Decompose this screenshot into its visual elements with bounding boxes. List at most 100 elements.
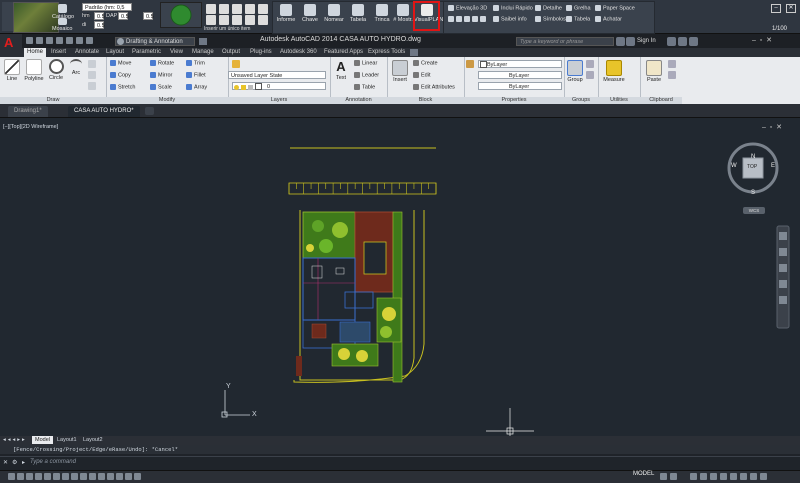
di-field[interactable]: 0.5 xyxy=(94,21,105,29)
tab-layout1[interactable]: Layout1 xyxy=(54,436,80,444)
hardware-accel-icon[interactable] xyxy=(730,473,737,480)
line-button[interactable]: Line xyxy=(2,59,22,82)
scale-display[interactable]: 1/100 xyxy=(772,26,787,32)
doc-tab-casa[interactable]: CASA AUTO HYDRO* xyxy=(68,106,140,117)
mosaic-button[interactable]: Mosaico xyxy=(52,18,72,32)
gear-icon[interactable] xyxy=(2,2,13,31)
tab-home[interactable]: Home xyxy=(24,48,47,57)
sun-icon[interactable] xyxy=(241,85,246,90)
share-icon[interactable] xyxy=(678,37,687,46)
tool-icon[interactable] xyxy=(206,4,216,14)
tab-model[interactable]: Model xyxy=(32,436,53,444)
tab-view[interactable]: View xyxy=(167,48,186,57)
mirror-button[interactable]: Mirror xyxy=(150,72,172,78)
tabela-button[interactable]: Tabela xyxy=(346,4,370,23)
customize-qat-icon[interactable] xyxy=(199,38,207,45)
block-panel-title[interactable]: Block xyxy=(387,97,464,104)
grid-icon[interactable] xyxy=(26,473,33,480)
orbit-icon[interactable] xyxy=(779,280,787,288)
3d-osnap-icon[interactable] xyxy=(62,473,69,480)
pan-icon[interactable] xyxy=(779,248,787,256)
annotation-scale-icon[interactable] xyxy=(690,473,697,480)
group-edit-icon[interactable] xyxy=(586,71,594,79)
model-space-toggle[interactable]: MODEL xyxy=(633,471,654,477)
status-menu-icon[interactable] xyxy=(750,473,757,480)
ribbon-minimize-icon[interactable] xyxy=(410,49,418,56)
compass-north[interactable]: N xyxy=(751,154,755,160)
tab-parametric[interactable]: Parametric xyxy=(129,48,164,57)
list-item[interactable]: Detalhe xyxy=(535,5,562,11)
match-properties-icon[interactable] xyxy=(466,60,474,68)
steeringwheel-icon[interactable] xyxy=(779,232,787,240)
open-icon[interactable] xyxy=(36,37,43,44)
zoom-icon[interactable] xyxy=(779,264,787,272)
tab-layout[interactable]: Layout xyxy=(103,48,127,57)
tab-insert[interactable]: Insert xyxy=(48,48,69,57)
hatch-icon[interactable] xyxy=(88,71,96,79)
chave-button[interactable]: Chave xyxy=(298,4,322,23)
tab-express-tools[interactable]: Express Tools xyxy=(365,48,408,57)
properties-panel-title[interactable]: Properties xyxy=(464,97,564,104)
minimize-icon[interactable]: – xyxy=(771,4,781,13)
scale-button[interactable]: Scale xyxy=(150,84,172,90)
tpy-icon[interactable] xyxy=(107,473,114,480)
tool-icon[interactable] xyxy=(245,15,255,25)
edit-attributes-button[interactable]: Edit Attributes xyxy=(413,84,455,90)
help-icon[interactable] xyxy=(689,37,698,46)
workspace-switch-icon[interactable] xyxy=(710,473,717,480)
layout-nav-arrows-icon[interactable]: ◂◂◂▸▸ xyxy=(3,437,27,443)
undo-icon[interactable] xyxy=(76,37,83,44)
osnap-icon[interactable] xyxy=(53,473,60,480)
otrack-icon[interactable] xyxy=(71,473,78,480)
command-close-icon[interactable]: ✕ xyxy=(3,459,8,466)
am-icon[interactable] xyxy=(134,473,141,480)
layers-panel-title[interactable]: Layers xyxy=(228,97,330,104)
user-icon[interactable] xyxy=(626,37,635,46)
command-line[interactable] xyxy=(0,456,800,470)
list-item[interactable]: Grelha xyxy=(566,5,591,11)
sc-icon[interactable] xyxy=(125,473,132,480)
tab-annotate[interactable]: Annotate xyxy=(72,48,102,57)
lineweight-select[interactable]: ByLayer xyxy=(478,82,562,90)
tool-icon[interactable] xyxy=(206,15,216,25)
save-icon[interactable] xyxy=(46,37,53,44)
list-item[interactable]: Elevação 3D xyxy=(448,5,487,11)
snap-icon[interactable] xyxy=(17,473,24,480)
edit-block-button[interactable]: Edit xyxy=(413,72,430,78)
search-input[interactable]: Type a keyword or phrase xyxy=(516,37,614,46)
tab-featured-apps[interactable]: Featured Apps xyxy=(321,48,366,57)
exchange-icon[interactable] xyxy=(667,37,676,46)
sign-in-button[interactable]: Sign In xyxy=(637,38,656,44)
trim-button[interactable]: Trim xyxy=(186,60,205,66)
copy-clip-icon[interactable] xyxy=(668,71,676,79)
groups-panel-title[interactable]: Groups xyxy=(564,97,598,104)
tool-icon[interactable] xyxy=(232,4,242,14)
autocad-logo-icon[interactable]: A xyxy=(4,36,18,50)
compass-west[interactable]: W xyxy=(731,163,737,169)
redo-icon[interactable] xyxy=(86,37,93,44)
table-button[interactable]: Table xyxy=(354,84,375,90)
x-field[interactable]: 0.5 xyxy=(143,12,154,20)
compass-south[interactable]: S xyxy=(751,190,755,196)
wcs-menu[interactable]: WCS xyxy=(743,207,765,214)
workspace-select[interactable]: Drafting & Annotation xyxy=(115,37,195,46)
saveas-icon[interactable] xyxy=(56,37,63,44)
ellipse-icon[interactable] xyxy=(88,82,96,90)
rectangle-icon[interactable] xyxy=(88,60,96,68)
quick-view-layouts-icon[interactable] xyxy=(660,473,667,480)
paste-button[interactable]: Paste xyxy=(643,60,665,83)
ducs-icon[interactable] xyxy=(80,473,87,480)
cut-icon[interactable] xyxy=(668,60,676,68)
clipboard-panel-title[interactable]: Clipboard xyxy=(640,97,682,104)
isolate-icon[interactable] xyxy=(740,473,747,480)
annotation-visibility-icon[interactable] xyxy=(700,473,707,480)
window-controls[interactable]: – ▫ ✕ xyxy=(752,36,772,44)
tab-layout2[interactable]: Layout2 xyxy=(80,436,106,444)
binoculars-icon[interactable] xyxy=(616,37,625,46)
stretch-button[interactable]: Stretch xyxy=(110,84,135,90)
qp-icon[interactable] xyxy=(116,473,123,480)
tool-icon[interactable] xyxy=(219,4,229,14)
move-button[interactable]: Move xyxy=(110,60,131,66)
tab-autodesk-360[interactable]: Autodesk 360 xyxy=(277,48,320,57)
tool-icon[interactable] xyxy=(258,15,268,25)
